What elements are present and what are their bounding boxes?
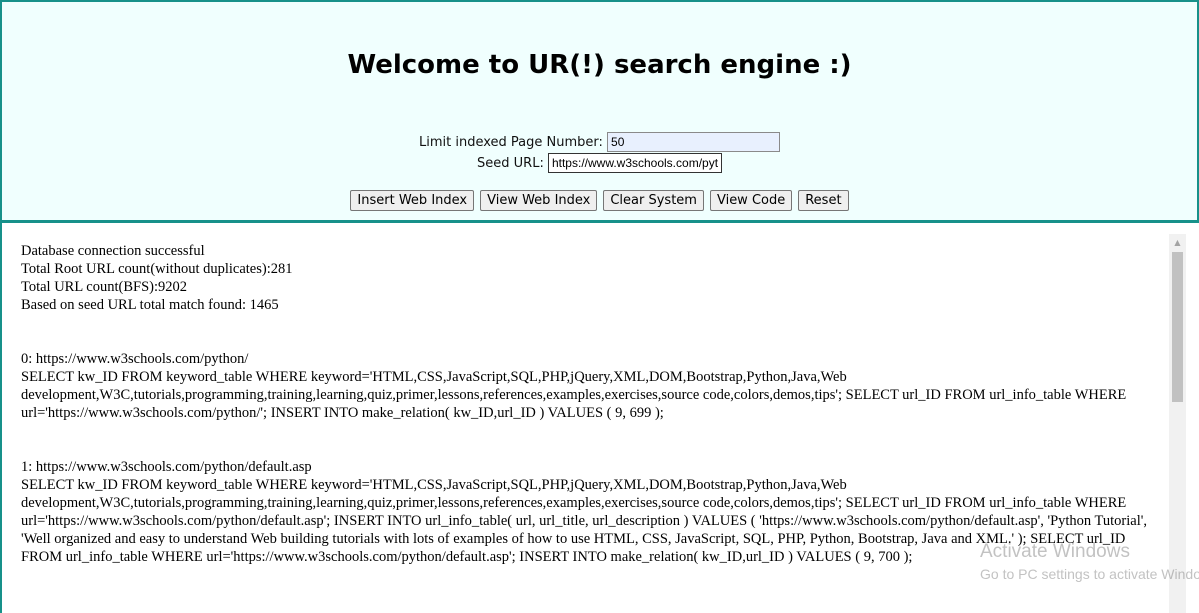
scroll-up-arrow-icon[interactable]: ▲ [1169,234,1186,251]
watermark-subtitle: Go to PC settings to activate Windows. [980,566,1199,582]
result-sql: SELECT kw_ID FROM keyword_table WHERE ke… [21,369,1127,421]
header-panel [0,0,1199,222]
output-panel: Database connection successful Total Roo… [21,242,1161,566]
seed-row: Seed URL: [0,153,1199,173]
result-url: 0: https://www.w3schools.com/python/ [21,351,249,367]
limit-label: Limit indexed Page Number: [418,134,603,150]
status-line: Database connection successful [21,243,205,259]
watermark-title: Activate Windows [980,541,1130,562]
limit-row: Limit indexed Page Number: [0,132,1199,152]
scrollbar-thumb[interactable] [1172,252,1183,402]
clear-system-button[interactable]: Clear System [603,190,704,211]
result-entry: 0: https://www.w3schools.com/python/ SEL… [21,350,1161,422]
seed-url-input[interactable] [547,153,722,173]
result-url: 1: https://www.w3schools.com/python/defa… [21,459,312,475]
status-line: Total URL count(BFS):9202 [21,279,187,295]
status-line: Total Root URL count(without duplicates)… [21,261,293,277]
limit-input[interactable] [607,132,781,152]
header-divider [0,220,1199,223]
reset-button[interactable]: Reset [798,190,849,211]
view-web-index-button[interactable]: View Web Index [480,190,598,211]
insert-web-index-button[interactable]: Insert Web Index [350,190,475,211]
button-bar: Insert Web Index View Web Index Clear Sy… [0,190,1199,211]
left-border [0,223,2,613]
view-code-button[interactable]: View Code [709,190,793,211]
activation-watermark: Activate Windows Go to PC settings to ac… [980,541,1199,583]
seed-label: Seed URL: [477,155,544,171]
page-title: Welcome to UR(!) search engine :) [347,50,852,80]
status-line: Based on seed URL total match found: 146… [21,297,279,313]
